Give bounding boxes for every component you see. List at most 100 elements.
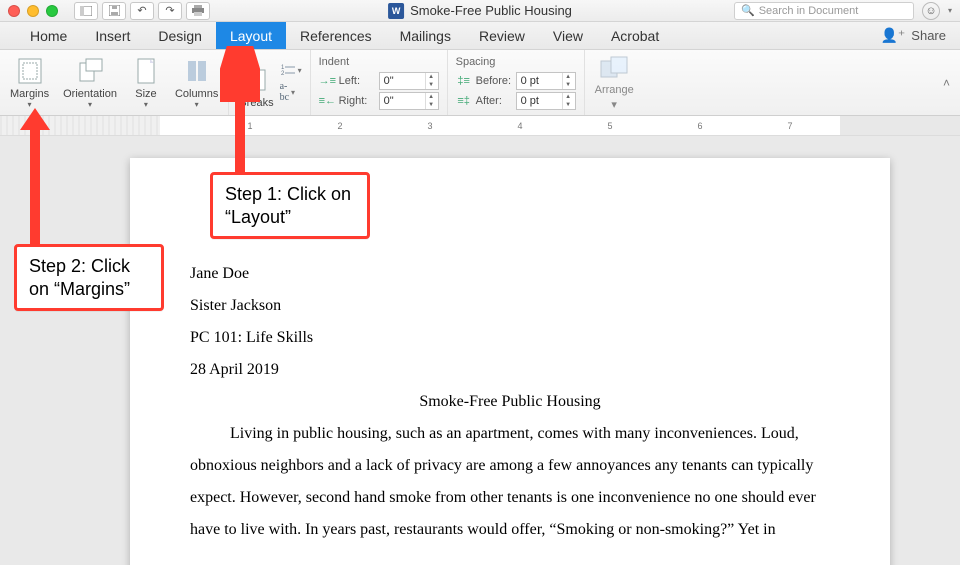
redo-button[interactable]: ↷ [158,2,182,20]
tab-label: Insert [95,28,130,44]
tab-mailings[interactable]: Mailings [386,22,465,49]
spacing-before-value: 0 pt [521,75,539,87]
indent-right-value: 0" [384,95,394,107]
size-icon [131,56,161,86]
save-button[interactable] [102,2,126,20]
minimize-window-button[interactable] [27,5,39,17]
indent-left-value: 0" [384,75,394,87]
spin-up-icon[interactable]: ▲ [562,73,574,81]
ruler-num: 4 [517,121,522,131]
ruler-num: 3 [427,121,432,131]
orientation-button[interactable]: Orientation ▾ [61,54,119,111]
share-button[interactable]: 👤⁺ Share [866,22,960,49]
tab-references[interactable]: References [286,22,386,49]
indent-right-icon: ≡← [319,95,335,107]
ribbon: Margins ▾ Orientation ▾ Size ▾ Columns ▾… [0,50,960,116]
margins-button[interactable]: Margins ▾ [8,54,51,111]
orientation-icon [75,56,105,86]
tab-label: Mailings [400,28,451,44]
ruler-num: 5 [607,121,612,131]
spin-down-icon[interactable]: ▼ [562,81,574,89]
feedback-button[interactable]: ☺ [922,2,940,20]
chevron-down-icon: ▾ [144,100,148,109]
line-numbers-icon: 12 [280,63,296,77]
window-controls [8,5,58,17]
indent-left-input[interactable]: 0" ▲▼ [379,72,439,90]
window-title: W Smoke-Free Public Housing [388,3,572,19]
header-course[interactable]: PC 101: Life Skills [190,322,830,354]
spin-up-icon[interactable]: ▲ [425,73,437,81]
chevron-down-icon: ▾ [28,100,32,109]
chevron-down-icon: ▾ [291,88,295,97]
spin-down-icon[interactable]: ▼ [425,101,437,109]
tab-label: Design [158,28,202,44]
spin-down-icon[interactable]: ▼ [425,81,437,89]
size-button[interactable]: Size ▾ [129,54,163,111]
spin-up-icon[interactable]: ▲ [562,93,574,101]
tab-layout[interactable]: Layout [216,22,286,49]
tab-acrobat[interactable]: Acrobat [597,22,673,49]
orientation-label: Orientation [63,88,117,100]
tab-design[interactable]: Design [144,22,216,49]
tab-view[interactable]: View [539,22,597,49]
doc-body[interactable]: Living in public housing, such as an apa… [190,418,830,546]
feedback-dropdown-icon[interactable]: ▾ [948,6,952,15]
indent-right-label: Right: [339,95,375,107]
spacing-before-input[interactable]: 0 pt ▲▼ [516,72,576,90]
ruler-scale: 1 2 3 4 5 6 7 [160,116,840,135]
arrange-label: Arrange [595,84,634,96]
ribbon-tabs: Home Insert Design Layout References Mai… [0,22,960,50]
annotation-text: Step 1: Click on “Layout” [225,184,351,227]
line-numbers-button[interactable]: 12▾ [280,63,302,77]
spacing-after-value: 0 pt [521,95,539,107]
spin-down-icon[interactable]: ▼ [562,101,574,109]
page-setup-group: Margins ▾ Orientation ▾ Size ▾ Columns ▾ [0,50,229,115]
indent-group: Indent →≡ Left: 0"▲▼ ≡← Right: 0"▲▼ [311,50,448,115]
hyphenation-icon: a-bc [280,81,289,103]
tab-label: View [553,28,583,44]
document-title: Smoke-Free Public Housing [410,3,572,18]
spacing-before-icon: ‡≡ [456,75,472,87]
doc-title[interactable]: Smoke-Free Public Housing [190,386,830,418]
close-window-button[interactable] [8,5,20,17]
chevron-down-icon: ▾ [611,98,617,111]
undo-button[interactable]: ↶ [130,2,154,20]
collapse-ribbon-button[interactable]: ˄ [939,72,954,94]
tab-review[interactable]: Review [465,22,539,49]
header-date[interactable]: 28 April 2019 [190,354,830,386]
annotation-step1: Step 1: Click on “Layout” [210,172,370,239]
chevron-down-icon: ▾ [88,100,92,109]
document-area[interactable]: Jane Doe Sister Jackson PC 101: Life Ski… [0,136,960,565]
toggle-sidebar-button[interactable] [74,2,98,20]
size-label: Size [135,88,156,100]
spin-up-icon[interactable]: ▲ [425,93,437,101]
maximize-window-button[interactable] [46,5,58,17]
tab-label: Home [30,28,67,44]
spacing-after-input[interactable]: 0 pt ▲▼ [516,92,576,110]
print-button[interactable] [186,2,210,20]
page-content[interactable]: Jane Doe Sister Jackson PC 101: Life Ski… [190,258,830,546]
indent-right-input[interactable]: 0" ▲▼ [379,92,439,110]
titlebar: ↶ ↷ W Smoke-Free Public Housing 🔍 Search… [0,0,960,22]
search-icon: 🔍 [741,4,755,17]
columns-button[interactable]: Columns ▾ [173,54,220,111]
tab-label: Review [479,28,525,44]
spacing-before-label: Before: [476,75,512,87]
spacing-group: Spacing ‡≡ Before: 0 pt▲▼ ≡‡ After: 0 pt… [448,50,585,115]
chevron-down-icon: ▾ [195,100,199,109]
breaks-button[interactable]: Breaks [237,63,275,111]
annotation-text: Step 2: Click on “Margins” [29,256,130,299]
tab-home[interactable]: Home [16,22,81,49]
ruler-num: 2 [337,121,342,131]
chevron-down-icon: ▾ [298,66,302,75]
tab-insert[interactable]: Insert [81,22,144,49]
spacing-after-icon: ≡‡ [456,95,472,107]
header-name[interactable]: Jane Doe [190,258,830,290]
quick-access-toolbar: ↶ ↷ [74,2,210,20]
search-input[interactable]: 🔍 Search in Document [734,2,914,20]
header-instructor[interactable]: Sister Jackson [190,290,830,322]
ruler[interactable]: 1 2 3 4 5 6 7 [0,116,960,136]
arrange-button[interactable]: Arrange ▾ [585,50,644,115]
tab-label: Acrobat [611,28,659,44]
hyphenation-button[interactable]: a-bc▾ [280,81,302,103]
